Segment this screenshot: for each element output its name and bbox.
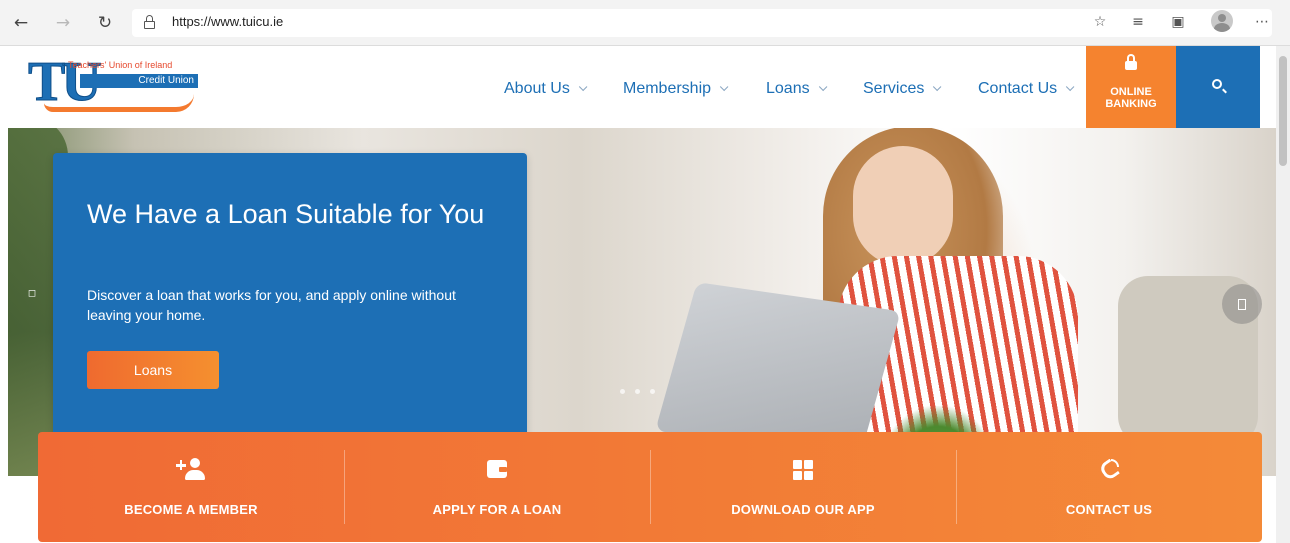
hero-title: We Have a Loan Suitable for You bbox=[87, 199, 485, 229]
carousel-next-icon[interactable] bbox=[1222, 284, 1262, 324]
collections-icon[interactable]: ▣ bbox=[1168, 12, 1188, 32]
site-header: TU Teachers' Union of Ireland Credit Uni… bbox=[8, 46, 1276, 128]
nav-membership[interactable]: Membership bbox=[623, 79, 729, 99]
chevron-down-icon bbox=[933, 82, 942, 92]
logo-credit-union-box: Credit Union bbox=[80, 74, 198, 88]
nav-label: Membership bbox=[623, 80, 712, 97]
chevron-down-icon bbox=[578, 82, 588, 92]
quick-link-label: CONTACT US bbox=[1065, 502, 1153, 517]
page-viewport: We Have a Loan Suitable for You Discover… bbox=[8, 46, 1276, 543]
become-member-link[interactable]: BECOME A MEMBER bbox=[38, 432, 344, 542]
more-icon[interactable]: ⋯ bbox=[1252, 12, 1272, 32]
hero-image bbox=[853, 146, 953, 266]
carousel-dot[interactable] bbox=[620, 389, 625, 394]
hero-subtitle: Discover a loan that works for you, and … bbox=[87, 287, 456, 323]
app-grid-icon bbox=[788, 458, 818, 484]
nav-contact-us[interactable]: Contact Us bbox=[978, 79, 1075, 99]
nav-label: About Us bbox=[504, 80, 570, 97]
page-scrollbar[interactable] bbox=[1276, 46, 1290, 543]
padlock-icon bbox=[1125, 54, 1137, 70]
logo-credit-union: Credit Union bbox=[138, 75, 194, 86]
logo-swoosh bbox=[44, 94, 194, 112]
site-logo[interactable]: TU Teachers' Union of Ireland Credit Uni… bbox=[24, 52, 202, 118]
nav-about-us[interactable]: About Us bbox=[504, 79, 588, 99]
favorites-list-icon[interactable]: ≡ bbox=[1128, 12, 1148, 32]
nav-label: Services bbox=[863, 80, 925, 97]
download-app-link[interactable]: DOWNLOAD OUR APP bbox=[650, 432, 956, 542]
browser-toolbar: ← → ↻ https://www.tuicu.ie ☆ ≡ ▣ ⋯ bbox=[0, 0, 1290, 46]
online-banking-line1: ONLINE bbox=[1110, 86, 1152, 98]
quick-links-bar: BECOME A MEMBER APPLY FOR A LOAN DOWNLOA… bbox=[38, 432, 1262, 542]
chevron-down-icon bbox=[1066, 82, 1075, 92]
search-button[interactable] bbox=[1176, 46, 1260, 128]
carousel-dot[interactable] bbox=[650, 389, 655, 394]
online-banking-label: ONLINE BANKING bbox=[1086, 86, 1176, 110]
chevron-down-icon bbox=[818, 82, 827, 92]
hero-card: We Have a Loan Suitable for You Discover… bbox=[53, 153, 527, 446]
online-banking-button[interactable]: ONLINE BANKING bbox=[1086, 46, 1176, 128]
forward-icon[interactable]: → bbox=[52, 12, 74, 34]
add-user-icon bbox=[176, 458, 206, 484]
scrollbar-thumb[interactable] bbox=[1279, 56, 1287, 166]
quick-link-label: DOWNLOAD OUR APP bbox=[731, 502, 875, 517]
apply-loan-link[interactable]: APPLY FOR A LOAN bbox=[344, 432, 650, 542]
carousel-dots bbox=[620, 389, 655, 394]
contact-us-link[interactable]: CONTACT US bbox=[956, 432, 1262, 542]
back-icon[interactable]: ← bbox=[10, 12, 32, 34]
carousel-dot[interactable] bbox=[635, 389, 640, 394]
logo-union-name: Teachers' Union of Ireland bbox=[68, 60, 173, 70]
search-icon bbox=[1212, 79, 1222, 89]
phone-icon bbox=[1094, 458, 1124, 484]
refresh-icon[interactable]: ↻ bbox=[94, 12, 116, 34]
nav-label: Contact Us bbox=[978, 80, 1058, 97]
profile-icon[interactable] bbox=[1211, 10, 1233, 32]
nav-services[interactable]: Services bbox=[863, 79, 942, 99]
wallet-icon bbox=[482, 458, 512, 484]
url-text: https://www.tuicu.ie bbox=[172, 14, 284, 29]
favorite-star-icon[interactable]: ☆ bbox=[1090, 12, 1110, 32]
quick-link-label: APPLY FOR A LOAN bbox=[432, 502, 562, 517]
quick-link-label: BECOME A MEMBER bbox=[124, 502, 258, 517]
carousel-prev-icon[interactable]: ◻ bbox=[22, 284, 42, 304]
nav-loans[interactable]: Loans bbox=[766, 79, 827, 99]
online-banking-line2: BANKING bbox=[1105, 98, 1157, 110]
nav-label: Loans bbox=[766, 80, 810, 97]
chevron-down-icon bbox=[719, 82, 729, 92]
lock-icon bbox=[144, 15, 155, 29]
loans-button[interactable]: Loans bbox=[87, 351, 219, 389]
